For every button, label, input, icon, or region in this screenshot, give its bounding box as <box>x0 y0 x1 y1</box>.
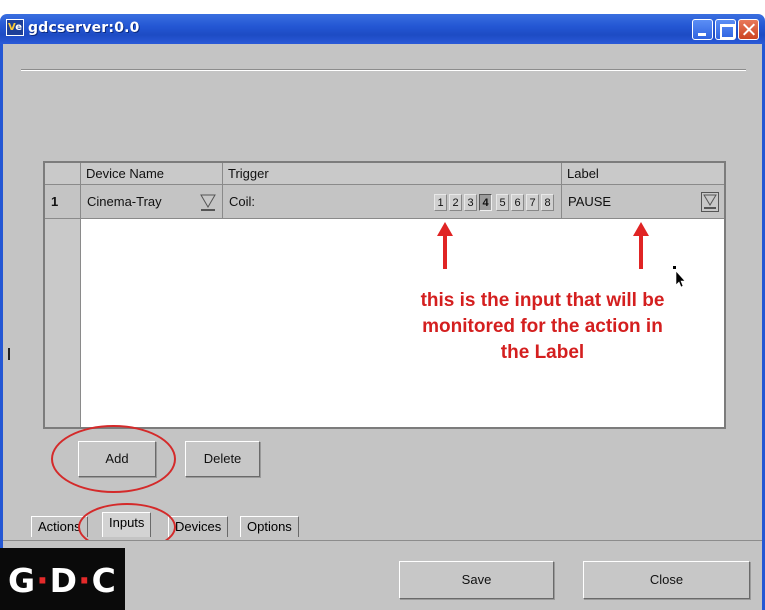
app-icon: Ve <box>6 19 24 36</box>
annotation-text: this is the input that will be monitored… <box>370 288 715 366</box>
close-button[interactable]: Close <box>583 561 750 599</box>
annotation-line: the Label <box>500 342 585 363</box>
desktop-strip <box>0 0 765 14</box>
title-bar[interactable]: Ve gdcserver:0.0 <box>0 14 765 44</box>
annotation-line: monitored for the action in <box>422 316 663 337</box>
coil-button-7[interactable]: 7 <box>526 194 539 211</box>
trigger-type: Coil: <box>229 194 256 209</box>
tab-options[interactable]: Options <box>240 516 299 537</box>
red-arrow-icon <box>437 222 453 269</box>
highlight-ellipse <box>51 425 176 493</box>
device-name-select[interactable]: Cinema-Tray <box>81 185 223 219</box>
row-index: 1 <box>45 185 81 219</box>
maximize-icon[interactable] <box>715 19 736 40</box>
coil-button-6[interactable]: 6 <box>511 194 524 211</box>
table-header: Device Name Trigger Label <box>45 163 724 185</box>
delete-button[interactable]: Delete <box>185 441 260 477</box>
mouse-cursor-icon <box>673 266 686 288</box>
trigger-cell: Coil: 1 2 3 4 5 6 7 8 <box>223 185 562 219</box>
header-device-name[interactable]: Device Name <box>81 163 223 185</box>
coil-button-8[interactable]: 8 <box>541 194 554 211</box>
label-select[interactable]: PAUSE <box>562 185 724 219</box>
edge-mark <box>8 348 10 360</box>
header-label[interactable]: Label <box>562 163 724 185</box>
label-value: PAUSE <box>568 194 612 209</box>
gdc-logo-text: G·D·C <box>8 561 117 600</box>
chevron-down-icon[interactable] <box>701 192 719 212</box>
coil-button-4[interactable]: 4 <box>479 194 492 211</box>
header-trigger[interactable]: Trigger <box>223 163 562 185</box>
coil-button-5[interactable]: 5 <box>496 194 509 211</box>
coil-button-1[interactable]: 1 <box>434 194 447 211</box>
save-button[interactable]: Save <box>399 561 554 599</box>
window-title: gdcserver:0.0 <box>28 20 140 36</box>
annotation-line: this is the input that will be <box>420 290 665 311</box>
tab-devices[interactable]: Devices <box>168 516 229 537</box>
close-window-icon[interactable] <box>738 19 759 40</box>
minimize-icon[interactable] <box>692 19 713 40</box>
header-index <box>45 163 81 185</box>
red-arrow-icon <box>633 222 649 269</box>
coil-button-3[interactable]: 3 <box>464 194 477 211</box>
coil-button-2[interactable]: 2 <box>449 194 462 211</box>
table-row[interactable]: 1 Cinema-Tray Coil: 1 2 3 4 5 6 7 8 PAUS… <box>45 185 724 219</box>
chevron-down-icon[interactable] <box>199 192 217 212</box>
device-name-value: Cinema-Tray <box>87 194 162 209</box>
